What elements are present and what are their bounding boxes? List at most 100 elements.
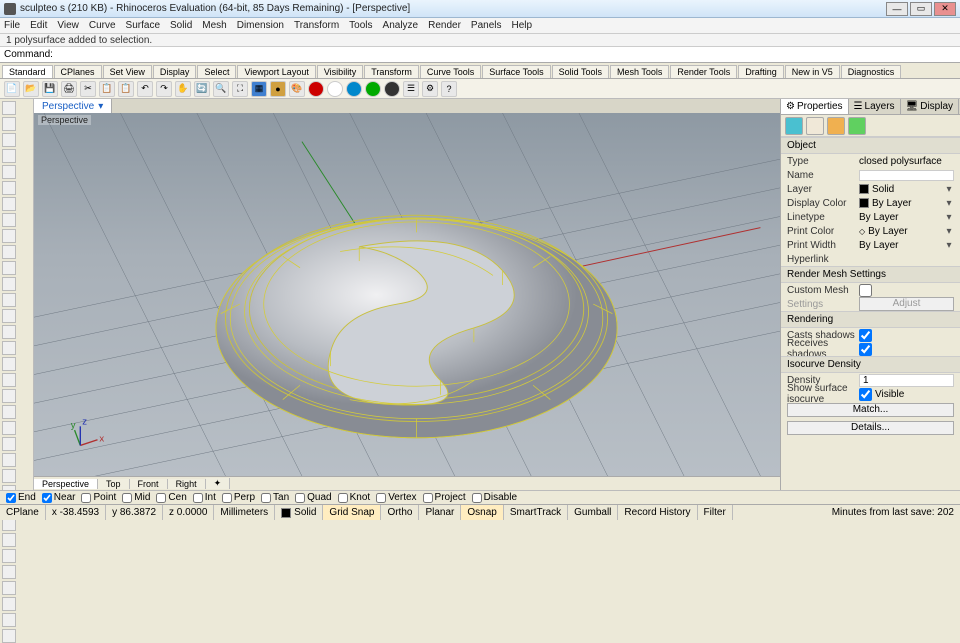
join-tool[interactable] bbox=[2, 421, 16, 435]
rotate-tool[interactable] bbox=[2, 469, 16, 483]
density-value[interactable]: 1 bbox=[859, 374, 954, 387]
tooltab-visibility[interactable]: Visibility bbox=[317, 65, 363, 78]
status-osnap[interactable]: Osnap bbox=[461, 505, 503, 520]
lock-tool[interactable] bbox=[2, 581, 16, 595]
tooltab-set-view[interactable]: Set View bbox=[103, 65, 152, 78]
save-icon[interactable]: 💾 bbox=[42, 81, 58, 97]
menu-dimension[interactable]: Dimension bbox=[237, 20, 284, 31]
chevron-down-icon[interactable]: ▾ bbox=[944, 198, 954, 209]
command-input[interactable] bbox=[57, 49, 956, 60]
new-icon[interactable]: 📄 bbox=[4, 81, 20, 97]
circle-tool[interactable] bbox=[2, 149, 16, 163]
cylinder-tool[interactable] bbox=[2, 293, 16, 307]
prop-printwidth-value[interactable]: By Layer bbox=[859, 240, 944, 251]
viewport-header[interactable]: Perspective ▾ bbox=[34, 99, 112, 113]
status-ortho[interactable]: Ortho bbox=[381, 505, 419, 520]
arrow-tool[interactable] bbox=[2, 101, 16, 115]
rect-tool[interactable] bbox=[2, 181, 16, 195]
status-cplane[interactable]: CPlane bbox=[0, 505, 46, 520]
show-isocurve-checkbox[interactable] bbox=[859, 388, 872, 401]
group-tool[interactable] bbox=[2, 549, 16, 563]
osnap-project-checkbox[interactable] bbox=[423, 493, 433, 503]
status-planar[interactable]: Planar bbox=[419, 505, 461, 520]
details-button[interactable]: Details... bbox=[787, 421, 954, 435]
osnap-project[interactable]: Project bbox=[423, 492, 466, 503]
extrude-tool[interactable] bbox=[2, 325, 16, 339]
menu-render[interactable]: Render bbox=[428, 20, 461, 31]
shade-icon[interactable]: ● bbox=[270, 81, 286, 97]
osnap-quad[interactable]: Quad bbox=[295, 492, 331, 503]
help-icon[interactable]: ? bbox=[441, 81, 457, 97]
tooltab-curve-tools[interactable]: Curve Tools bbox=[420, 65, 481, 78]
osnap-cen[interactable]: Cen bbox=[156, 492, 186, 503]
menu-curve[interactable]: Curve bbox=[89, 20, 116, 31]
text-tool[interactable] bbox=[2, 629, 16, 643]
menu-panels[interactable]: Panels bbox=[471, 20, 502, 31]
tooltab-cplanes[interactable]: CPlanes bbox=[54, 65, 102, 78]
decal-icon[interactable] bbox=[848, 117, 866, 135]
osnap-near[interactable]: Near bbox=[42, 492, 76, 503]
minimize-button[interactable]: — bbox=[886, 2, 908, 16]
status-grid-snap[interactable]: Grid Snap bbox=[323, 505, 381, 520]
status-filter[interactable]: Filter bbox=[698, 505, 733, 520]
osnap-int-checkbox[interactable] bbox=[193, 493, 203, 503]
prop-name-value[interactable] bbox=[859, 170, 954, 181]
tooltab-surface-tools[interactable]: Surface Tools bbox=[482, 65, 550, 78]
solid-tool[interactable] bbox=[2, 229, 16, 243]
tooltab-solid-tools[interactable]: Solid Tools bbox=[552, 65, 609, 78]
menu-help[interactable]: Help bbox=[512, 20, 533, 31]
menu-view[interactable]: View bbox=[57, 20, 79, 31]
osnap-int[interactable]: Int bbox=[193, 492, 216, 503]
osnap-perp[interactable]: Perp bbox=[222, 492, 255, 503]
pan-icon[interactable]: ✋ bbox=[175, 81, 191, 97]
status-units[interactable]: Millimeters bbox=[214, 505, 275, 520]
color-swatch-4[interactable] bbox=[365, 81, 381, 97]
osnap-mid-checkbox[interactable] bbox=[122, 493, 132, 503]
viewtab-right[interactable]: Right bbox=[168, 479, 206, 489]
chevron-down-icon[interactable]: ▾ bbox=[944, 226, 954, 237]
texture-icon[interactable] bbox=[827, 117, 845, 135]
osnap-quad-checkbox[interactable] bbox=[295, 493, 305, 503]
panel-tab-display[interactable]: 🖥 Display bbox=[901, 99, 960, 114]
osnap-disable-checkbox[interactable] bbox=[472, 493, 482, 503]
tooltab-transform[interactable]: Transform bbox=[364, 65, 419, 78]
boolean-tool[interactable] bbox=[2, 357, 16, 371]
lasso-tool[interactable] bbox=[2, 117, 16, 131]
render-icon[interactable]: 🎨 bbox=[289, 81, 305, 97]
copy-icon[interactable]: 📋 bbox=[99, 81, 115, 97]
tooltab-mesh-tools[interactable]: Mesh Tools bbox=[610, 65, 669, 78]
menu-solid[interactable]: Solid bbox=[170, 20, 192, 31]
surface-tool[interactable] bbox=[2, 213, 16, 227]
viewtab-front[interactable]: Front bbox=[130, 479, 168, 489]
osnap-point-checkbox[interactable] bbox=[81, 493, 91, 503]
object-props-icon[interactable] bbox=[785, 117, 803, 135]
fillet-tool[interactable] bbox=[2, 373, 16, 387]
layer-tool[interactable] bbox=[2, 597, 16, 611]
material-icon[interactable] bbox=[806, 117, 824, 135]
custom-mesh-checkbox[interactable] bbox=[859, 284, 872, 297]
split-tool[interactable] bbox=[2, 405, 16, 419]
loft-tool[interactable] bbox=[2, 341, 16, 355]
prop-displaycolor-value[interactable]: By Layer bbox=[859, 198, 944, 209]
color-swatch-1[interactable] bbox=[308, 81, 324, 97]
maximize-button[interactable]: ▭ bbox=[910, 2, 932, 16]
mesh-tool[interactable] bbox=[2, 245, 16, 259]
menu-file[interactable]: File bbox=[4, 20, 20, 31]
osnap-end[interactable]: End bbox=[6, 492, 36, 503]
rotate-icon[interactable]: 🔄 bbox=[194, 81, 210, 97]
chevron-down-icon[interactable]: ▾ bbox=[944, 240, 954, 251]
osnap-cen-checkbox[interactable] bbox=[156, 493, 166, 503]
osnap-knot[interactable]: Knot bbox=[338, 492, 371, 503]
copy-tool[interactable] bbox=[2, 533, 16, 547]
viewport-perspective[interactable]: Perspective bbox=[34, 113, 780, 476]
redo-icon[interactable]: ↷ bbox=[156, 81, 172, 97]
viewtab-top[interactable]: Top bbox=[98, 479, 130, 489]
sphere-tool[interactable] bbox=[2, 277, 16, 291]
move-tool[interactable] bbox=[2, 453, 16, 467]
cone-tool[interactable] bbox=[2, 309, 16, 323]
prop-printcolor-value[interactable]: ◇By Layer bbox=[859, 226, 944, 237]
menu-tools[interactable]: Tools bbox=[349, 20, 372, 31]
status-gumball[interactable]: Gumball bbox=[568, 505, 618, 520]
zoom-extents-icon[interactable]: ⛶ bbox=[232, 81, 248, 97]
status-layer[interactable]: Solid bbox=[275, 505, 323, 520]
